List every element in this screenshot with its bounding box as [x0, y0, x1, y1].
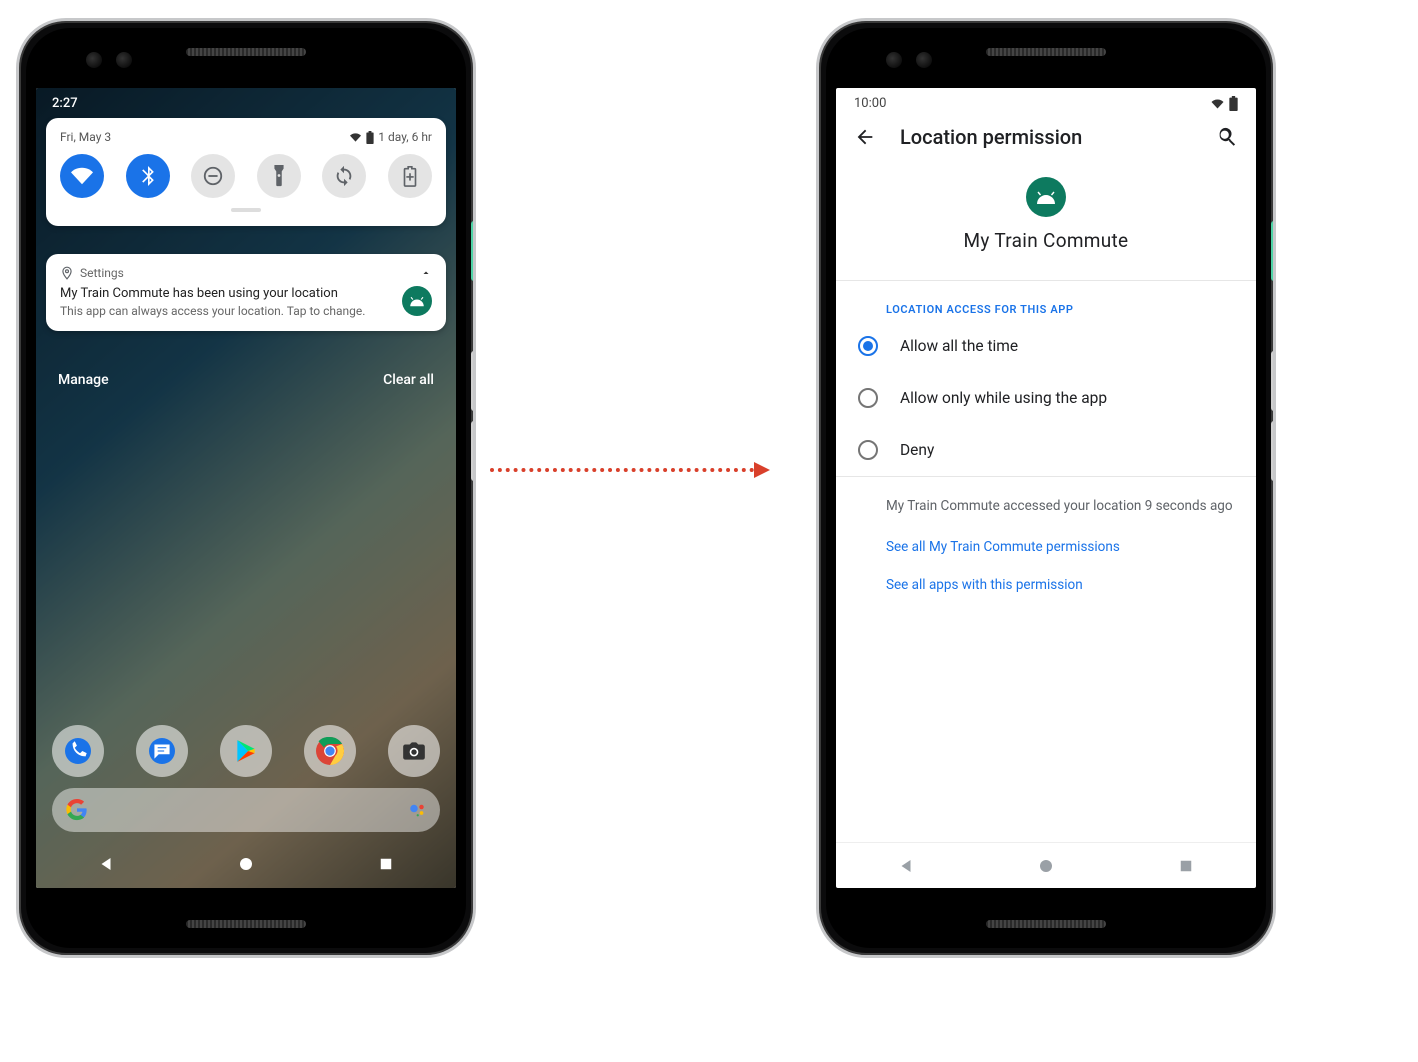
link-app-permissions[interactable]: See all My Train Commute permissions: [886, 539, 1236, 555]
wifi-icon: [1210, 98, 1225, 110]
link-all-apps-permission[interactable]: See all apps with this permission: [886, 577, 1236, 593]
phone-right: 10:00 Location permission My Train Commu…: [816, 18, 1276, 958]
speaker-grille: [186, 48, 306, 56]
front-camera: [86, 52, 102, 68]
dock-app-messages[interactable]: [136, 725, 188, 777]
phone-left: 2:27 Fri, May 3 1 day, 6 hr: [16, 18, 476, 958]
front-sensor: [916, 52, 932, 68]
volume-down-button[interactable]: [471, 421, 476, 481]
battery-icon: [366, 131, 374, 144]
notification-app-label: Settings: [80, 266, 124, 280]
app-icon: [1026, 177, 1066, 217]
notification-subtitle: This app can always access your location…: [60, 303, 392, 319]
rotate-icon: [333, 165, 355, 187]
assistant-icon: [408, 801, 426, 819]
nav-back-icon[interactable]: [97, 855, 115, 873]
qs-tile-wifi[interactable]: [60, 154, 104, 198]
dock-app-chrome[interactable]: [304, 725, 356, 777]
qs-tile-flashlight[interactable]: [257, 154, 301, 198]
app-dock: [52, 720, 440, 782]
quick-settings-panel[interactable]: Fri, May 3 1 day, 6 hr: [46, 118, 446, 226]
battery-saver-icon: [403, 165, 417, 187]
chevron-up-icon[interactable]: [420, 267, 432, 279]
back-arrow-icon[interactable]: [854, 126, 876, 148]
notification-card[interactable]: Settings My Train Commute has been using…: [46, 254, 446, 331]
flashlight-icon: [270, 165, 288, 187]
option-allow-always[interactable]: Allow all the time: [836, 320, 1256, 372]
flow-arrow: [490, 460, 770, 480]
arrow-head-icon: [754, 462, 770, 478]
option-deny[interactable]: Deny: [836, 424, 1256, 476]
status-time: 2:27: [52, 96, 78, 111]
volume-up-button[interactable]: [471, 351, 476, 411]
section-label: LOCATION ACCESS FOR THIS APP: [836, 281, 1256, 320]
radio-selected-icon: [858, 336, 878, 356]
speaker-grille: [186, 920, 306, 928]
dnd-icon: [202, 165, 224, 187]
power-button[interactable]: [1271, 221, 1276, 281]
nav-home-icon[interactable]: [1037, 857, 1055, 875]
nav-home-icon[interactable]: [237, 855, 255, 873]
nav-recents-icon[interactable]: [377, 855, 395, 873]
notification-title: My Train Commute has been using your loc…: [60, 286, 392, 301]
app-name: My Train Commute: [836, 229, 1256, 252]
screen-left: 2:27 Fri, May 3 1 day, 6 hr: [36, 88, 456, 888]
option-label: Deny: [900, 441, 934, 459]
qs-drag-handle[interactable]: [231, 208, 261, 212]
manage-button[interactable]: Manage: [58, 372, 109, 388]
qs-tile-rotate[interactable]: [322, 154, 366, 198]
access-info-text: My Train Commute accessed your location …: [886, 497, 1236, 517]
dock-app-play-store[interactable]: [220, 725, 272, 777]
nav-bar: [836, 842, 1256, 888]
screen-right: 10:00 Location permission My Train Commu…: [836, 88, 1256, 888]
qs-tile-dnd[interactable]: [191, 154, 235, 198]
wifi-icon: [349, 132, 362, 143]
bluetooth-icon: [138, 166, 158, 186]
speaker-grille: [986, 48, 1106, 56]
radio-unselected-icon: [858, 440, 878, 460]
front-camera: [886, 52, 902, 68]
qs-tile-bluetooth[interactable]: [126, 154, 170, 198]
clear-all-button[interactable]: Clear all: [383, 372, 434, 388]
option-label: Allow all the time: [900, 337, 1018, 355]
google-search-bar[interactable]: [52, 788, 440, 832]
qs-battery-text: 1 day, 6 hr: [378, 130, 432, 144]
status-time: 10:00: [854, 96, 886, 111]
wifi-icon: [71, 165, 93, 187]
google-g-icon: [66, 799, 88, 821]
option-label: Allow only while using the app: [900, 389, 1107, 407]
battery-icon: [1229, 96, 1238, 111]
dock-app-camera[interactable]: [388, 725, 440, 777]
volume-up-button[interactable]: [1271, 351, 1276, 411]
power-button[interactable]: [471, 221, 476, 281]
volume-down-button[interactable]: [1271, 421, 1276, 481]
location-pin-icon: [60, 266, 74, 280]
nav-recents-icon[interactable]: [1177, 857, 1195, 875]
app-icon: [402, 286, 432, 316]
search-icon[interactable]: [1216, 126, 1238, 148]
radio-unselected-icon: [858, 388, 878, 408]
qs-date: Fri, May 3: [60, 130, 111, 144]
dock-app-phone[interactable]: [52, 725, 104, 777]
front-sensor: [116, 52, 132, 68]
option-allow-while-using[interactable]: Allow only while using the app: [836, 372, 1256, 424]
qs-tile-battery-saver[interactable]: [388, 154, 432, 198]
statusbar: 2:27: [36, 88, 456, 118]
speaker-grille: [986, 920, 1106, 928]
page-title: Location permission: [900, 125, 1192, 149]
nav-back-icon[interactable]: [897, 857, 915, 875]
nav-bar: [36, 840, 456, 888]
